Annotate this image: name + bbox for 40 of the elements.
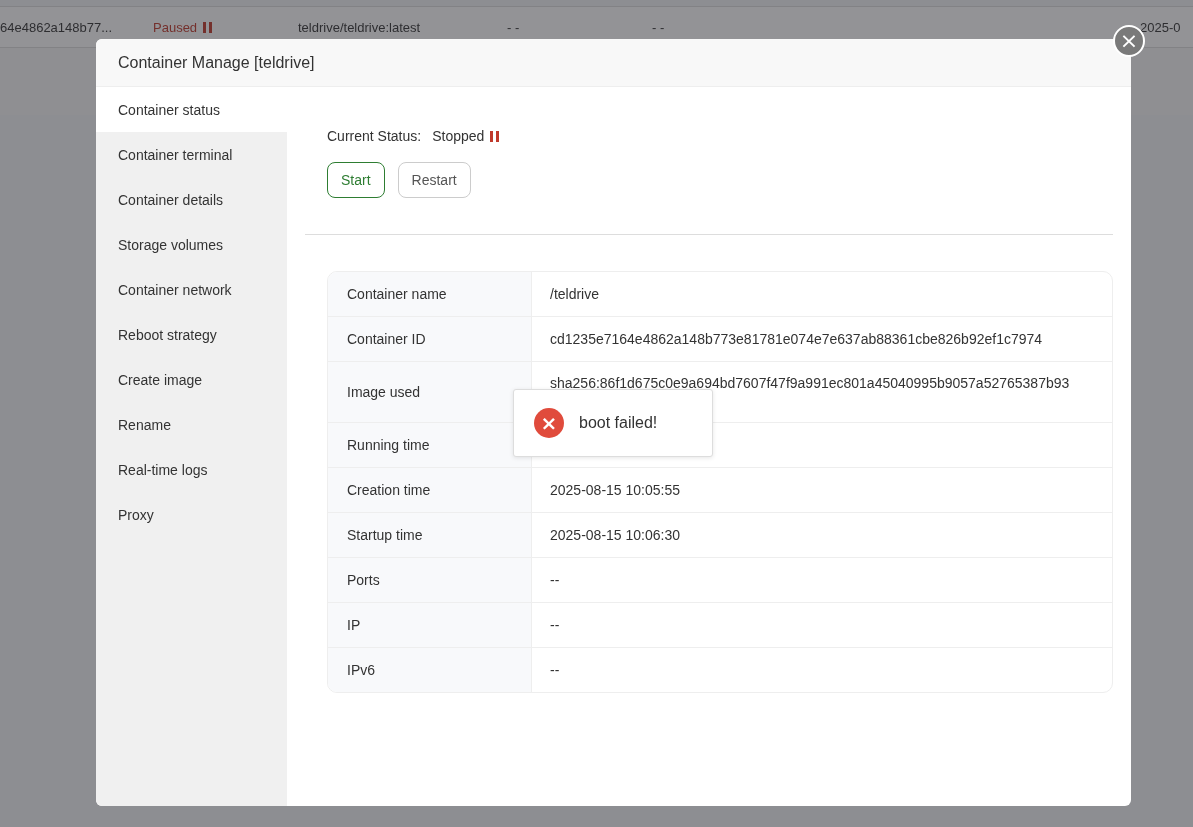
toast-text: boot failed!: [579, 414, 658, 432]
label-cell: Image used: [328, 362, 532, 422]
label-cell: Startup time: [328, 513, 532, 557]
value-text: 2025-08-15 10:06:30: [550, 527, 680, 543]
label-cell: IP: [328, 603, 532, 647]
label-cell: Running time: [328, 423, 532, 467]
label-cell: IPv6: [328, 648, 532, 692]
value-text: cd1235e7164e4862a148b773e81781e074e7e637ab88361cbe826b92ef1c7974: [550, 331, 1043, 347]
sidebar-item[interactable]: Container terminal: [96, 132, 287, 177]
error-icon: ×: [534, 408, 564, 438]
table-cell: - -: [507, 19, 520, 35]
value-text: --: [550, 662, 560, 678]
sidebar-item[interactable]: Container status: [96, 87, 287, 132]
pause-icon: [203, 21, 213, 33]
sidebar-item[interactable]: Proxy: [96, 492, 287, 537]
label-cell: Creation time: [328, 468, 532, 512]
value-text: --: [550, 572, 560, 588]
value-text: /teldrive: [550, 286, 600, 302]
label-cell: Container ID: [328, 317, 532, 361]
label-cell: Ports: [328, 558, 532, 602]
sidebar-item[interactable]: Storage volumes: [96, 222, 287, 267]
status-label: Current Status:: [327, 128, 422, 144]
sidebar-item[interactable]: Rename: [96, 402, 287, 447]
table-cell: 64e4862a148b77...: [0, 19, 113, 35]
sidebar-item[interactable]: Container network: [96, 267, 287, 312]
sidebar-item[interactable]: Reboot strategy: [96, 312, 287, 357]
sidebar-item[interactable]: Real-time logs: [96, 447, 287, 492]
label-cell: Container name: [328, 272, 532, 316]
restart-button[interactable]: Restart: [397, 162, 471, 198]
status-value: Stopped: [432, 128, 485, 144]
value-text: 2025-08-15 10:05:55: [550, 482, 680, 498]
table-cell: - -: [652, 19, 665, 35]
status-text: Paused: [153, 19, 198, 35]
sidebar-item[interactable]: Container details: [96, 177, 287, 222]
table-cell: teldrive/teldrive:latest: [298, 19, 421, 35]
value-text: sha256:86f1d675c0e9a694bd7607f47f9a991ec801a45040995b9057a52765387b93: [550, 375, 1070, 391]
sidebar-item[interactable]: Create image: [96, 357, 287, 402]
start-button[interactable]: Start: [327, 162, 385, 198]
value-text: --: [550, 617, 560, 633]
pause-icon: [490, 130, 500, 142]
